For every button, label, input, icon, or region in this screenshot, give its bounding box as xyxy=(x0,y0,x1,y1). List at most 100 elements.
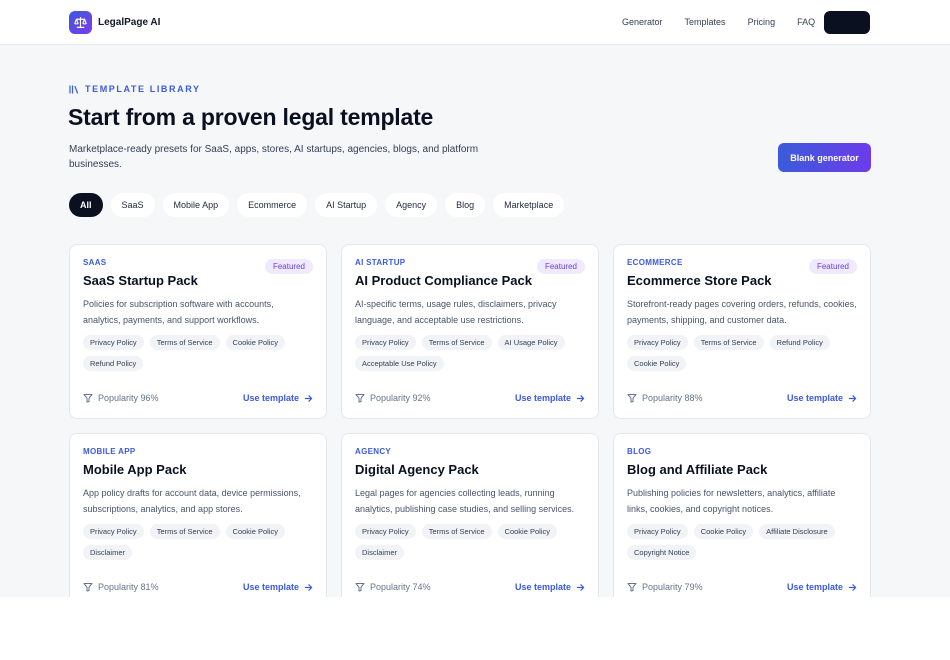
tag: Privacy Policy xyxy=(83,524,144,539)
tag: Privacy Policy xyxy=(355,335,416,350)
arrow-right-icon xyxy=(576,583,585,591)
nav-faq[interactable]: FAQ xyxy=(797,17,815,27)
template-card[interactable]: BLOG Blog and Affiliate Pack Publishing … xyxy=(613,433,871,608)
nav-templates[interactable]: Templates xyxy=(685,17,726,27)
template-grid: SAAS Featured SaaS Startup Pack Policies… xyxy=(69,244,871,608)
card-tags: Privacy Policy Terms of Service Cookie P… xyxy=(83,335,315,371)
card-title: SaaS Startup Pack xyxy=(83,273,198,288)
use-template-link[interactable]: Use template xyxy=(243,582,313,592)
card-description: Publishing policies for newsletters, ana… xyxy=(627,488,836,514)
filter-icon xyxy=(355,394,365,403)
popularity: Popularity 96% xyxy=(83,393,159,403)
featured-badge: Featured xyxy=(808,259,857,274)
brand[interactable]: LegalPage AI xyxy=(69,11,160,34)
tag: Copyright Notice xyxy=(627,545,697,560)
card-description: Legal pages for agencies collecting lead… xyxy=(355,488,575,514)
popularity-text: Popularity 96% xyxy=(98,393,159,403)
tag: Terms of Service xyxy=(421,335,492,350)
use-template-link[interactable]: Use template xyxy=(787,582,857,592)
filter-marketplace[interactable]: Marketplace xyxy=(493,193,565,217)
template-card[interactable]: AI STARTUP Featured AI Product Complianc… xyxy=(341,244,599,419)
tag: Cookie Policy xyxy=(225,335,285,350)
popularity: Popularity 81% xyxy=(83,582,159,592)
popularity-text: Popularity 74% xyxy=(370,582,431,592)
use-template-label: Use template xyxy=(514,393,571,403)
card-tags: Privacy Policy Terms of Service AI Usage… xyxy=(355,335,587,371)
section-kicker: TEMPLATE LIBRARY xyxy=(69,84,201,94)
card-footer: Popularity 81% Use template xyxy=(83,582,313,592)
template-card[interactable]: SAAS Featured SaaS Startup Pack Policies… xyxy=(69,244,327,419)
tag: AI Usage Policy xyxy=(497,335,565,350)
filter-blog[interactable]: Blog xyxy=(445,193,486,217)
nav-pricing[interactable]: Pricing xyxy=(748,17,776,27)
card-category: BLOG xyxy=(627,447,652,456)
page-title: Start from a proven legal template xyxy=(68,104,434,130)
filter-icon xyxy=(627,394,637,403)
filter-ecommerce[interactable]: Ecommerce xyxy=(237,193,308,217)
page-subtitle: Marketplace-ready presets for SaaS, apps… xyxy=(69,144,479,170)
tag: Cookie Policy xyxy=(693,524,754,539)
category-filters: All SaaS Mobile App Ecommerce AI Startup… xyxy=(69,193,565,217)
use-template-label: Use template xyxy=(786,393,843,403)
blank-generator-button[interactable]: Blank generator xyxy=(778,143,871,172)
page-bottom-area xyxy=(0,597,950,660)
card-description: Policies for subscription software with … xyxy=(83,299,274,325)
featured-badge: Featured xyxy=(536,259,585,274)
card-title: Ecommerce Store Pack xyxy=(627,273,772,288)
card-title: Mobile App Pack xyxy=(83,462,187,477)
featured-badge: Featured xyxy=(264,259,313,274)
tag: Cookie Policy xyxy=(497,524,557,539)
card-description: Storefront-ready pages covering orders, … xyxy=(627,299,857,325)
card-category: MOBILE APP xyxy=(83,447,136,456)
card-description: App policy drafts for account data, devi… xyxy=(83,488,301,514)
arrow-right-icon xyxy=(848,583,857,591)
template-card[interactable]: MOBILE APP Mobile App Pack App policy dr… xyxy=(69,433,327,608)
template-card[interactable]: ECOMMERCE Featured Ecommerce Store Pack … xyxy=(613,244,871,419)
tag: Privacy Policy xyxy=(83,335,144,350)
card-description: AI-specific terms, usage rules, disclaim… xyxy=(355,299,557,325)
card-footer: Popularity 96% Use template xyxy=(83,393,313,403)
top-navigation-bar: LegalPage AI Generator Templates Pricing… xyxy=(0,0,950,45)
filter-all[interactable]: All xyxy=(69,193,103,217)
tag: Affiliate Disclosure xyxy=(759,524,835,539)
card-footer: Popularity 92% Use template xyxy=(355,393,585,403)
tag: Refund Policy xyxy=(769,335,830,350)
nav-generator[interactable]: Generator xyxy=(622,17,663,27)
arrow-right-icon xyxy=(304,394,313,402)
template-card[interactable]: AGENCY Digital Agency Pack Legal pages f… xyxy=(341,433,599,608)
filter-ai-startup[interactable]: AI Startup xyxy=(315,193,378,217)
filter-agency[interactable]: Agency xyxy=(385,193,438,217)
popularity-text: Popularity 92% xyxy=(370,393,431,403)
use-template-label: Use template xyxy=(242,393,299,403)
tag: Privacy Policy xyxy=(355,524,416,539)
popularity: Popularity 79% xyxy=(627,582,703,592)
card-tags: Privacy Policy Terms of Service Cookie P… xyxy=(83,524,315,560)
filter-saas[interactable]: SaaS xyxy=(110,193,155,217)
card-title: Digital Agency Pack xyxy=(355,462,479,477)
card-title: AI Product Compliance Pack xyxy=(355,273,532,288)
card-tags: Privacy Policy Cookie Policy Affiliate D… xyxy=(627,524,859,560)
popularity: Popularity 88% xyxy=(627,393,703,403)
kicker-label: TEMPLATE LIBRARY xyxy=(85,84,201,94)
header-cta-button[interactable] xyxy=(824,11,870,34)
card-footer: Popularity 88% Use template xyxy=(627,393,857,403)
use-template-link[interactable]: Use template xyxy=(515,393,585,403)
tag: Cookie Policy xyxy=(627,356,687,371)
card-tags: Privacy Policy Terms of Service Refund P… xyxy=(627,335,859,371)
filter-icon xyxy=(627,583,637,592)
scale-icon xyxy=(69,11,92,34)
popularity: Popularity 92% xyxy=(355,393,431,403)
popularity-text: Popularity 88% xyxy=(642,393,703,403)
card-title: Blog and Affiliate Pack xyxy=(627,462,768,477)
use-template-link[interactable]: Use template xyxy=(243,393,313,403)
popularity: Popularity 74% xyxy=(355,582,431,592)
popularity-text: Popularity 79% xyxy=(642,582,703,592)
use-template-link[interactable]: Use template xyxy=(515,582,585,592)
filter-mobile-app[interactable]: Mobile App xyxy=(162,193,230,217)
filter-icon xyxy=(83,394,93,403)
use-template-link[interactable]: Use template xyxy=(787,393,857,403)
filter-icon xyxy=(83,583,93,592)
arrow-right-icon xyxy=(304,583,313,591)
tag: Privacy Policy xyxy=(627,524,688,539)
use-template-label: Use template xyxy=(786,582,843,592)
